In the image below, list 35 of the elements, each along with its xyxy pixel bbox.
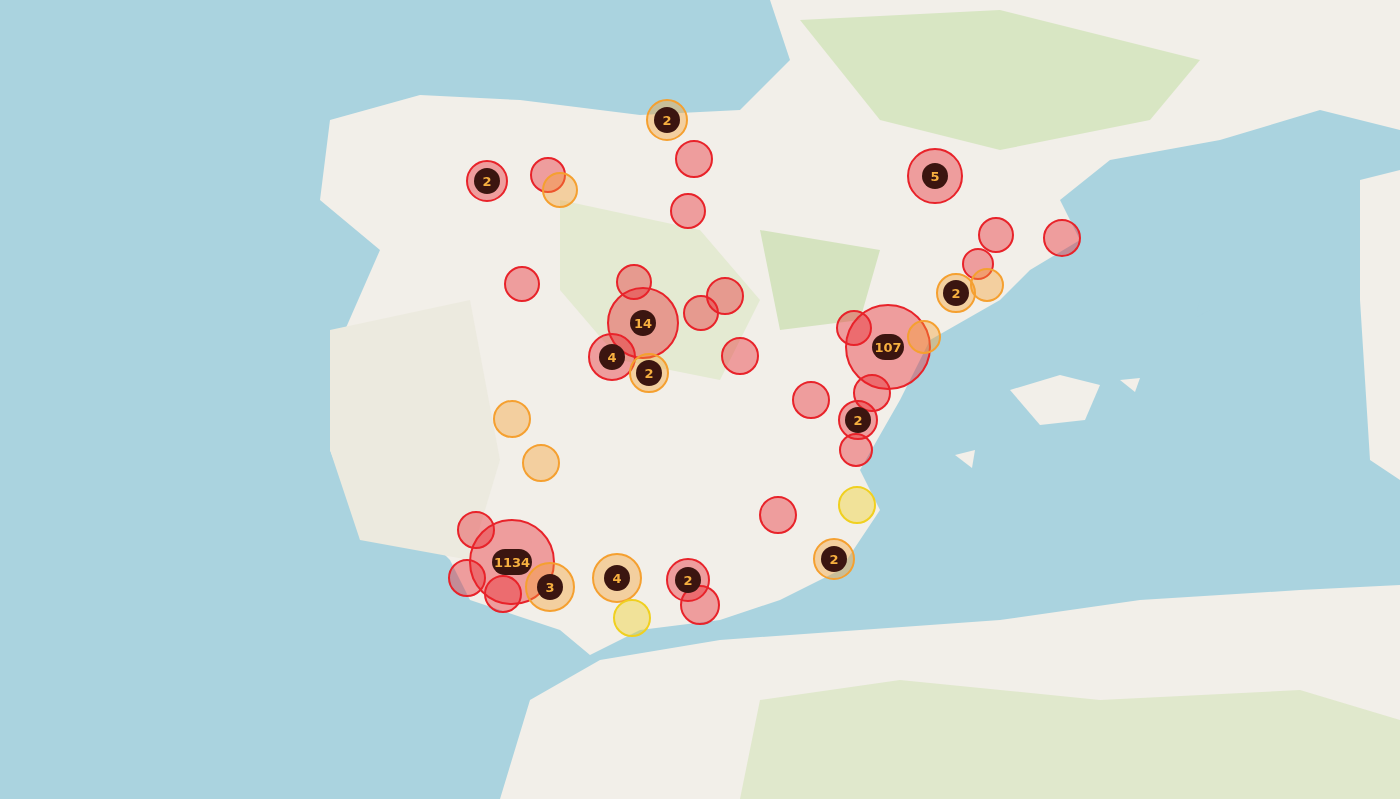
map-marker[interactable] <box>542 172 578 208</box>
map-marker[interactable] <box>675 140 713 178</box>
cluster-marker[interactable]: 2 <box>466 160 508 202</box>
map-marker[interactable] <box>853 374 891 412</box>
map-marker[interactable] <box>978 217 1014 253</box>
map-marker[interactable] <box>721 337 759 375</box>
map-marker[interactable] <box>448 559 486 597</box>
cluster-marker[interactable]: 2 <box>666 558 710 602</box>
cluster-marker[interactable]: 2 <box>936 273 976 313</box>
map-marker[interactable] <box>484 575 522 613</box>
cluster-marker[interactable]: 2 <box>629 353 669 393</box>
map-marker[interactable] <box>522 444 560 482</box>
map-marker[interactable] <box>792 381 830 419</box>
cluster-marker[interactable]: 2 <box>646 99 688 141</box>
map-marker[interactable] <box>836 310 872 346</box>
cluster-marker[interactable]: 2 <box>813 538 855 580</box>
map-marker[interactable] <box>530 157 566 193</box>
map-marker[interactable] <box>670 193 706 229</box>
cluster-marker[interactable]: 5 <box>907 148 963 204</box>
map-marker[interactable] <box>683 295 719 331</box>
map-marker[interactable] <box>962 248 994 280</box>
cluster-marker[interactable]: 4 <box>592 553 642 603</box>
cluster-marker[interactable]: 2 <box>838 400 878 440</box>
map-marker[interactable] <box>1043 219 1081 257</box>
map-marker[interactable] <box>504 266 540 302</box>
map-marker[interactable] <box>759 496 797 534</box>
map-marker[interactable] <box>907 320 941 354</box>
cluster-marker[interactable]: 107 <box>845 304 931 390</box>
map-marker[interactable] <box>457 511 495 549</box>
map-marker[interactable] <box>706 277 744 315</box>
map-marker[interactable] <box>970 268 1004 302</box>
cluster-marker[interactable]: 4 <box>588 333 636 381</box>
map-marker[interactable] <box>839 433 873 467</box>
map-marker[interactable] <box>493 400 531 438</box>
map-marker[interactable] <box>616 264 652 300</box>
